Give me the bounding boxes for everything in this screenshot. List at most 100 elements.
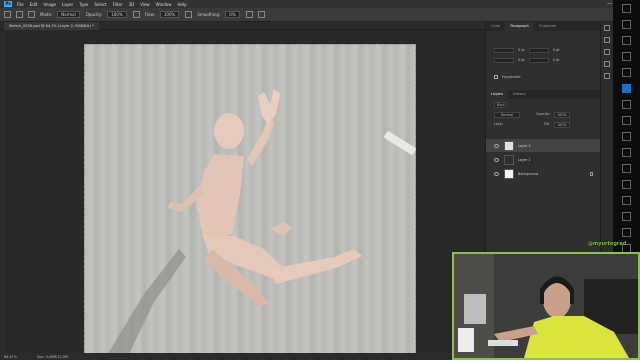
opacity-input[interactable]: 100%	[107, 11, 127, 18]
kind-filter[interactable]: Kind	[494, 102, 508, 108]
indent-right-value: 0 pt	[552, 48, 560, 52]
layers-controls: Kind Normal Opacity: 100% Lock: Fill: 10…	[486, 99, 600, 139]
status-bar: 64,67% Doc: 5,49M/12,0M	[0, 353, 485, 360]
tab-layers[interactable]: Layers	[486, 90, 508, 99]
app-icon[interactable]	[622, 196, 631, 205]
menu-filter[interactable]: Filter	[113, 2, 123, 7]
fill-label: Fill:	[544, 122, 550, 126]
indent-right-input[interactable]	[528, 48, 549, 53]
app-icon[interactable]	[622, 20, 631, 29]
app-icon[interactable]	[622, 212, 631, 221]
airbrush-icon[interactable]	[185, 11, 193, 18]
indent-left-value: 0 pt	[518, 48, 525, 52]
lock-label: Lock:	[494, 122, 503, 126]
smoothing-input[interactable]: 0%	[225, 11, 240, 18]
app-icon[interactable]	[622, 132, 631, 141]
hyphenate-label: Hyphenate	[502, 75, 521, 79]
character-panel-icon[interactable]	[604, 49, 610, 55]
mannequin-figure	[104, 89, 362, 360]
smoothing-label: Smoothing:	[197, 12, 221, 17]
lock-icon	[590, 171, 593, 176]
layer-row[interactable]: Layer 2	[486, 139, 601, 152]
pressure-opacity-icon[interactable]	[132, 11, 140, 18]
hyphenate-checkbox[interactable]	[494, 75, 498, 79]
paragraph-panel-icon[interactable]	[604, 37, 610, 43]
menu-type[interactable]: Type	[79, 2, 88, 7]
menu-3d[interactable]: 3D	[129, 2, 135, 7]
layer-row[interactable]: Layer 1	[486, 153, 601, 166]
tab-paragraph[interactable]: Paragraph	[505, 22, 534, 31]
menu-bar: Ps File Edit Image Layer Type Select Fil…	[0, 0, 640, 8]
hyphenate-row: Hyphenate	[494, 75, 521, 79]
opacity-label: Opacity:	[85, 12, 103, 17]
space-after-value: 0 pt	[552, 58, 560, 62]
app-icon[interactable]	[622, 68, 631, 77]
brush-tool-icon[interactable]	[4, 11, 11, 18]
minimize-button[interactable]: —	[607, 1, 612, 7]
paragraph-panel-tabs: Color Paragraph Character	[486, 22, 600, 31]
space-before-value: 0 pt	[518, 58, 525, 62]
menu-help[interactable]: Help	[177, 2, 186, 7]
layer-thumbnail	[504, 140, 514, 151]
layer-name: Layer 2	[518, 143, 531, 148]
indent-row-1: 0 pt 0 pt	[494, 48, 559, 53]
photoshop-app-icon[interactable]	[622, 84, 631, 93]
menu-view[interactable]: View	[140, 2, 150, 7]
app-icon[interactable]	[622, 116, 631, 125]
photoshop-logo-icon: Ps	[4, 1, 12, 7]
tab-history[interactable]: History	[508, 90, 531, 99]
layer-row[interactable]: Background	[486, 167, 601, 180]
app-icon[interactable]	[622, 180, 631, 189]
layer-thumbnail	[504, 168, 514, 179]
app-icon[interactable]	[622, 228, 631, 237]
menu-window[interactable]: Window	[156, 2, 172, 7]
app-icon[interactable]	[622, 4, 631, 13]
space-before-input[interactable]	[494, 58, 514, 63]
menu-layer[interactable]: Layer	[62, 2, 73, 7]
app-icon[interactable]	[622, 164, 631, 173]
brush-settings-icon[interactable]	[28, 11, 35, 18]
app-icon[interactable]	[622, 100, 631, 109]
visibility-eye-icon[interactable]	[494, 171, 499, 176]
space-after-input[interactable]	[528, 58, 549, 63]
menu-select[interactable]: Select	[94, 2, 106, 7]
flow-label: Flow:	[144, 12, 155, 17]
indent-left-input[interactable]	[494, 48, 514, 53]
history-panel-icon[interactable]	[604, 73, 610, 79]
smoothing-settings-icon[interactable]	[245, 11, 253, 18]
zoom-level[interactable]: 64,67%	[4, 355, 17, 359]
menu-edit[interactable]: Edit	[30, 2, 38, 7]
fill-input[interactable]: 100%	[554, 122, 570, 128]
options-bar: Mode: Normal Opacity: 100% Flow: 100% Sm…	[0, 8, 640, 22]
webcam-scene	[454, 254, 638, 358]
color-panel-icon[interactable]	[604, 25, 610, 31]
visibility-eye-icon[interactable]	[494, 157, 499, 162]
app-icon[interactable]	[622, 52, 631, 61]
layer-name: Background	[518, 171, 539, 176]
flow-input[interactable]: 100%	[159, 11, 180, 18]
document-tab-bar: Sketch_0026.psd @ 64,7% (Layer 2, RGB/8#…	[0, 22, 485, 30]
layer-opacity-label: Opacity:	[536, 112, 550, 116]
app-icon[interactable]	[622, 148, 631, 157]
blend-mode-select[interactable]: Normal	[494, 112, 521, 118]
visibility-eye-icon[interactable]	[494, 143, 499, 148]
brush-preset-icon[interactable]	[16, 11, 23, 18]
tab-color[interactable]: Color	[486, 22, 505, 31]
layer-thumbnail	[504, 154, 514, 165]
mode-select[interactable]: Normal	[57, 11, 80, 18]
layers-panel-tabs: Layers History	[486, 90, 600, 99]
doc-size: Doc: 5,49M/12,0M	[36, 354, 68, 359]
menu-image[interactable]: Image	[43, 2, 56, 7]
tab-character[interactable]: Character	[534, 22, 562, 31]
layer-opacity-input[interactable]: 100%	[554, 112, 570, 118]
document-tab[interactable]: Sketch_0026.psd @ 64,7% (Layer 2, RGB/8#…	[4, 22, 99, 30]
layers-list: Layer 2 Layer 1 Background	[486, 139, 601, 184]
app-icon[interactable]	[622, 36, 631, 45]
layer-name: Layer 1	[518, 157, 531, 162]
paragraph-panel: 0 pt 0 pt 0 pt 0 pt Hyphenate	[486, 31, 600, 86]
pressure-size-icon[interactable]	[257, 11, 265, 18]
layers-panel-icon[interactable]	[604, 61, 610, 67]
indent-row-2: 0 pt 0 pt	[494, 58, 559, 63]
menu-file[interactable]: File	[17, 2, 24, 7]
mode-label: Mode:	[40, 12, 53, 17]
